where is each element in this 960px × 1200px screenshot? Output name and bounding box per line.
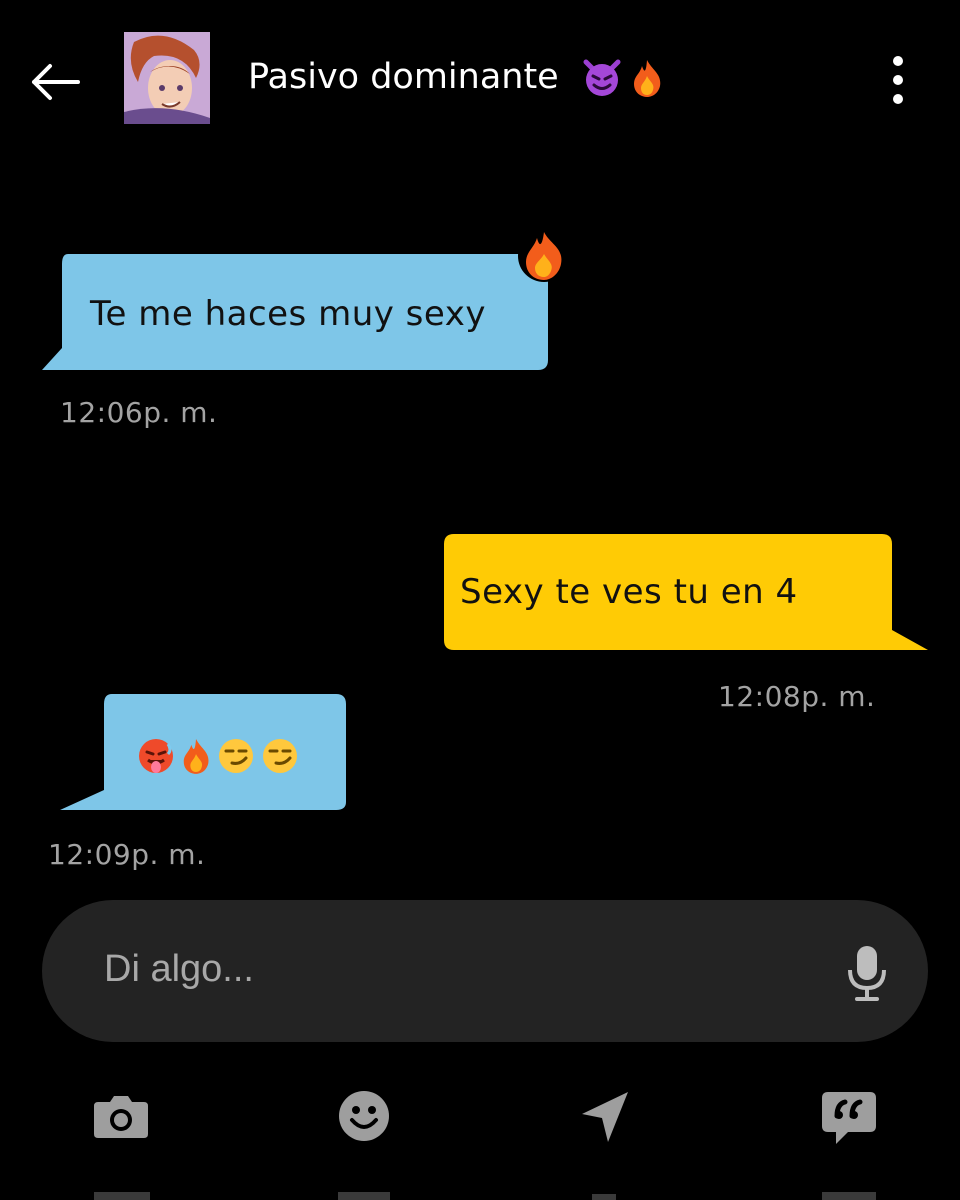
fire-reaction-icon [518,230,570,282]
contact-avatar[interactable] [124,32,210,124]
partial-icon [592,1194,616,1200]
location-icon[interactable] [580,1090,630,1144]
chat-title-text: Pasivo dominante [248,57,559,97]
emoji-message[interactable] [136,736,300,776]
message-input-placeholder: Di algo... [104,948,254,990]
message-text[interactable]: Sexy te ves tu en 4 [460,572,798,612]
partial-icon [94,1192,150,1200]
partial-icon [338,1192,390,1200]
smirking-face-emoji [263,739,297,773]
hot-face-emoji [139,739,173,773]
message-timestamp: 12:06p. m. [60,396,218,429]
back-arrow-icon[interactable] [26,58,82,106]
smiling-imp-emoji [583,59,621,96]
microphone-icon[interactable] [846,944,888,1002]
smirking-face-emoji [219,739,253,773]
fire-emoji [633,60,661,97]
message-timestamp: 12:08p. m. [718,680,876,713]
emoji-icon[interactable] [338,1090,390,1142]
partial-icon [822,1192,876,1200]
camera-icon[interactable] [92,1092,150,1140]
quick-reply-icon[interactable] [820,1090,878,1146]
message-text[interactable]: Te me haces muy sexy [90,294,486,334]
more-options-icon[interactable] [880,52,916,108]
message-timestamp: 12:09p. m. [48,838,206,871]
fire-emoji [183,739,209,774]
chat-title: Pasivo dominante [248,52,664,102]
